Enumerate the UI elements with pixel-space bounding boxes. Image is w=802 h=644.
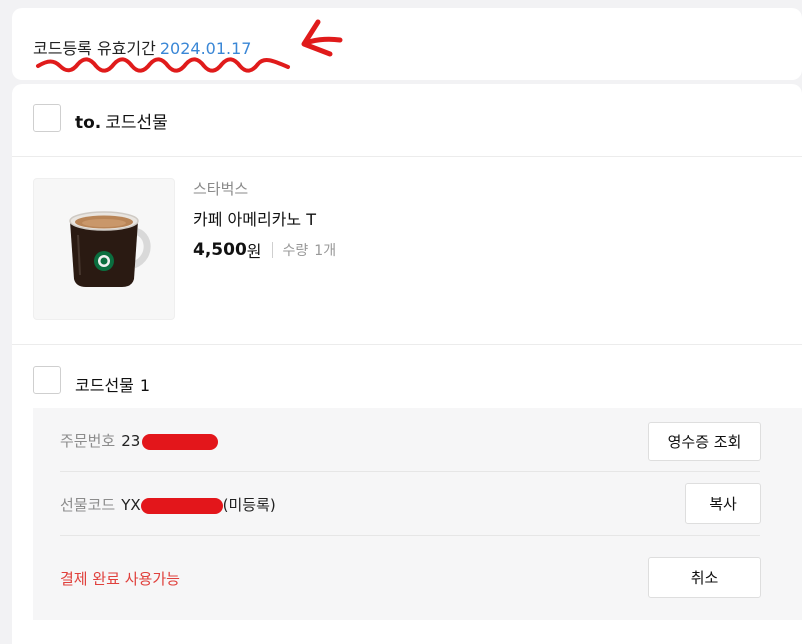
- receipt-button[interactable]: 영수증 조회: [648, 422, 761, 461]
- expiry-info: 코드등록 유효기간 2024.01.17: [33, 35, 251, 59]
- order-number-value: 23: [121, 432, 141, 450]
- price-divider: [271, 242, 273, 258]
- order-card: to. 코드선물 스타벅스 카페 아메리카노 T 4,500 원 수량 1개 코…: [12, 84, 802, 644]
- expiry-label: 코드등록 유효기간: [33, 39, 156, 58]
- gift-type-title: 코드선물: [105, 113, 168, 133]
- gift-code-value: YX: [121, 496, 141, 514]
- expiry-card: 코드등록 유효기간 2024.01.17: [12, 8, 802, 80]
- divider: [12, 156, 802, 157]
- gift-code-checkbox[interactable]: [33, 366, 61, 394]
- gift-code-details: 주문번호 23 영수증 조회 선물코드 YX (미등록) 복사 결제 완료 사용가능 …: [33, 408, 802, 620]
- gift-code-redaction: [140, 497, 223, 514]
- gift-code-number: 1: [139, 376, 151, 395]
- gift-code-status: (미등록): [222, 496, 276, 514]
- order-number-redaction: [142, 433, 219, 450]
- to-label: to.: [75, 113, 102, 133]
- quantity-label: 수량: [282, 243, 309, 259]
- copy-button[interactable]: 복사: [685, 483, 761, 524]
- product-price: 4,500: [193, 240, 247, 260]
- order-number-label: 주문번호: [60, 432, 116, 450]
- coffee-mug-icon: [69, 211, 151, 287]
- gift-code-row: 선물코드 YX (미등록): [60, 494, 276, 515]
- recipient-title: to. 코드선물: [75, 108, 168, 133]
- quantity-value: 1개: [314, 243, 337, 259]
- price-row: 4,500 원 수량 1개: [193, 238, 336, 262]
- gift-code-title: 코드선물 1: [75, 372, 150, 396]
- divider: [12, 344, 802, 345]
- product-image: [33, 178, 175, 320]
- product-name: 카페 아메리카노 T: [193, 210, 316, 229]
- gift-code-title-text: 코드선물: [75, 376, 134, 395]
- row-divider: [60, 471, 760, 472]
- row-divider: [60, 535, 760, 536]
- price-currency: 원: [246, 242, 262, 261]
- payment-status: 결제 완료 사용가능: [60, 570, 180, 588]
- product-brand: 스타벅스: [193, 180, 249, 198]
- select-all-checkbox[interactable]: [33, 104, 61, 132]
- order-number-row: 주문번호 23: [60, 430, 219, 451]
- cancel-button[interactable]: 취소: [648, 557, 761, 598]
- expiry-date: 2024.01.17: [159, 39, 252, 58]
- gift-code-label: 선물코드: [60, 496, 116, 514]
